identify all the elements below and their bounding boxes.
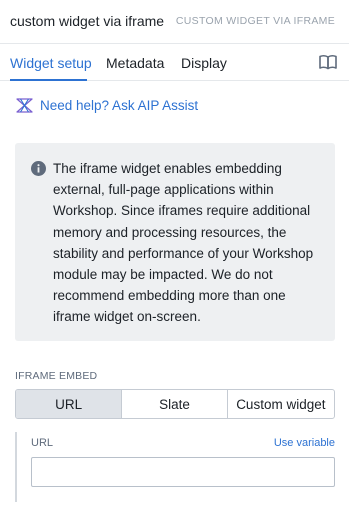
info-icon — [31, 161, 46, 176]
widget-config-panel: custom widget via iframe CUSTOM WIDGET V… — [0, 0, 349, 518]
config-tabs: Widget setup Metadata Display — [0, 44, 349, 81]
callout-line: stability and performance of your Worksh… — [53, 245, 314, 261]
aip-assist-icon — [16, 97, 33, 113]
widget-name[interactable]: custom widget via iframe — [10, 13, 164, 29]
aip-assist-label: Need help? Ask AIP Assist — [40, 97, 199, 113]
tab-widget-setup[interactable]: Widget setup — [10, 55, 92, 71]
callout-line: recommend embedding more than one — [53, 288, 286, 304]
embed-option-slate[interactable]: Slate — [122, 390, 228, 418]
callout-message: The iframe widget enables embedding exte… — [53, 158, 325, 328]
tab-metadata[interactable]: Metadata — [106, 55, 164, 71]
tab-display[interactable]: Display — [181, 55, 227, 71]
callout-line: The iframe widget enables embedding — [53, 161, 282, 176]
embed-option-url[interactable]: URL — [16, 390, 123, 418]
active-tab-indicator — [10, 79, 87, 81]
panel-header: custom widget via iframe CUSTOM WIDGET V… — [0, 0, 349, 44]
callout-line: memory and processing resources, the — [53, 224, 287, 240]
widget-type-label: CUSTOM WIDGET VIA IFRAME — [175, 15, 335, 27]
embed-option-custom-widget[interactable]: Custom widget — [228, 390, 334, 418]
book-icon[interactable] — [319, 54, 337, 70]
iframe-embed-label: IFRAME EMBED — [15, 370, 98, 382]
callout-line: iframe widget on-screen. — [53, 309, 201, 325]
callout-line: module may be impacted. We do not — [53, 267, 273, 283]
callout-line: external, full-page applications within — [53, 182, 274, 198]
url-input[interactable] — [31, 457, 335, 487]
use-variable-link[interactable]: Use variable — [274, 437, 335, 449]
url-label: URL — [31, 437, 54, 449]
iframe-embed-selector: URL Slate Custom widget — [15, 389, 335, 419]
aip-assist-link[interactable]: Need help? Ask AIP Assist — [16, 96, 198, 114]
url-field-group: URL Use variable — [15, 432, 335, 502]
callout-line: Workshop. Since iframes require addition… — [53, 203, 311, 219]
iframe-warning-callout: The iframe widget enables embedding exte… — [15, 143, 335, 341]
